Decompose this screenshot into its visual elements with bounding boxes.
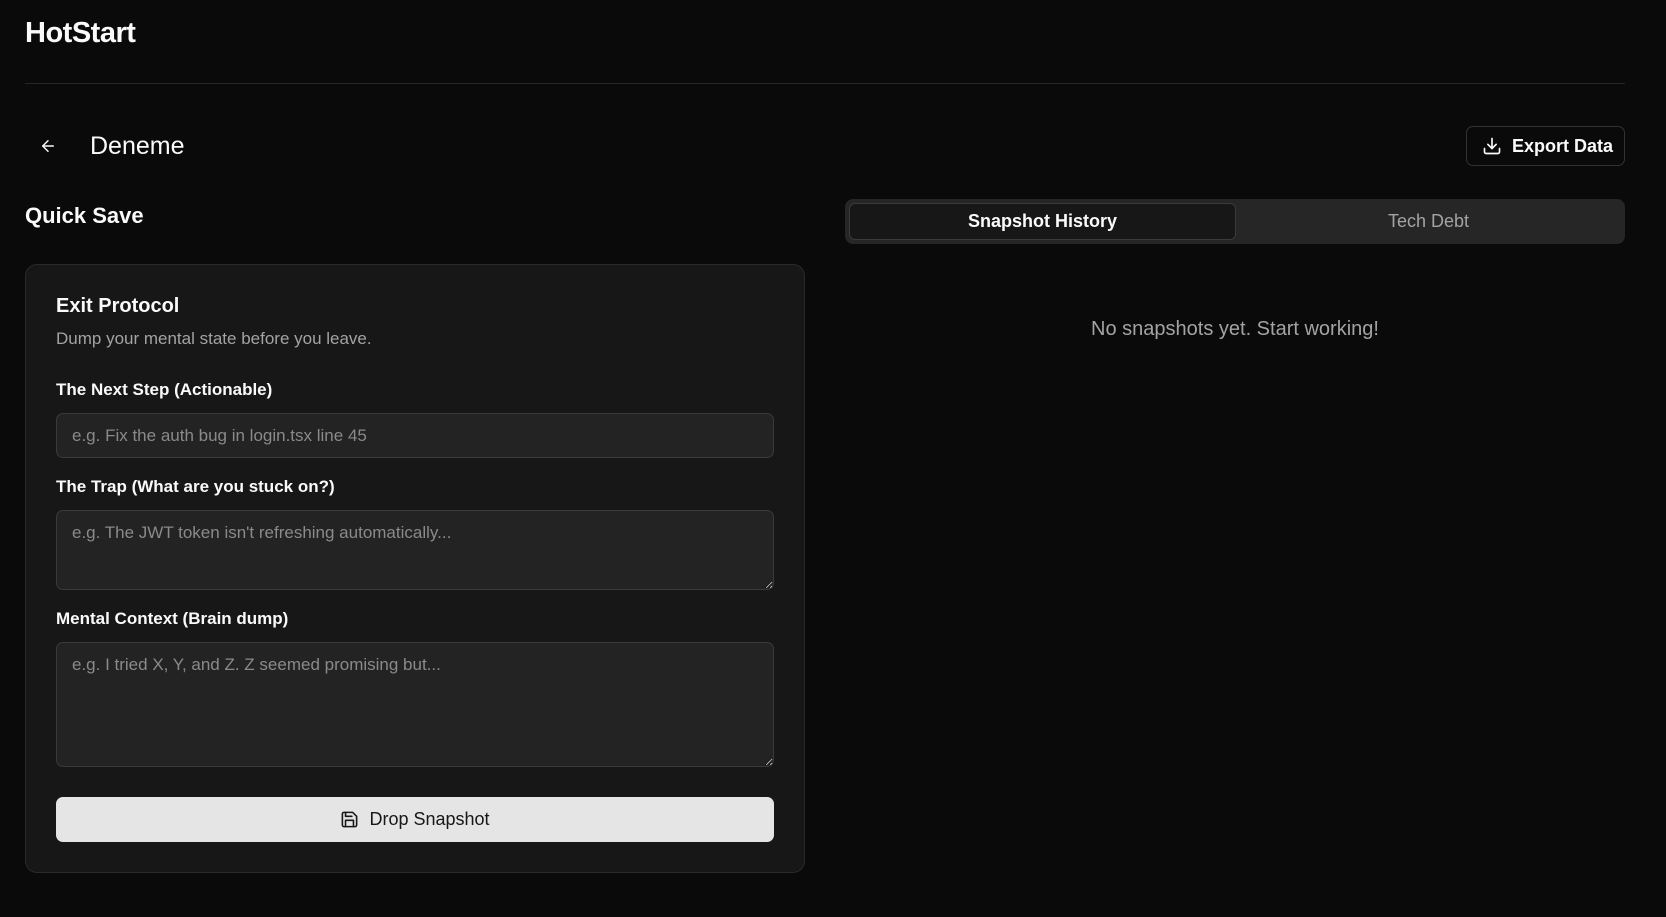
back-button[interactable]: [32, 130, 64, 162]
drop-snapshot-button[interactable]: Drop Snapshot: [56, 797, 774, 842]
tab-tech-debt[interactable]: Tech Debt: [1236, 203, 1621, 240]
card-subtitle: Dump your mental state before you leave.: [56, 329, 372, 348]
empty-history-message: No snapshots yet. Start working!: [1091, 318, 1379, 340]
project-title: Deneme: [90, 132, 185, 160]
brand-logo[interactable]: HotStart: [25, 17, 136, 50]
next-step-input[interactable]: [56, 413, 774, 458]
tab-snapshot-history[interactable]: Snapshot History: [849, 203, 1236, 240]
export-data-button[interactable]: Export Data: [1466, 126, 1625, 166]
trap-label: The Trap (What are you stuck on?): [56, 477, 335, 496]
save-icon: [342, 811, 358, 828]
next-step-label: The Next Step (Actionable): [56, 380, 273, 399]
card-title: Exit Protocol: [56, 295, 180, 317]
download-icon: [1483, 137, 1501, 155]
mental-context-label: Mental Context (Brain dump): [56, 609, 289, 628]
arrow-left-icon: [42, 140, 54, 152]
app-root: HotStart Deneme Export Data Quick Save E…: [0, 0, 1666, 917]
exit-protocol-card: Exit Protocol Dump your mental state bef…: [25, 264, 805, 873]
trap-textarea[interactable]: [56, 510, 774, 590]
history-tabs: Snapshot History Tech Debt: [845, 199, 1625, 244]
export-data-label: Export Data: [1512, 135, 1614, 156]
mental-context-textarea[interactable]: [56, 642, 774, 767]
top-bar: HotStart: [25, 0, 1625, 84]
drop-snapshot-label: Drop Snapshot: [369, 809, 490, 829]
quick-save-title: Quick Save: [25, 203, 144, 228]
